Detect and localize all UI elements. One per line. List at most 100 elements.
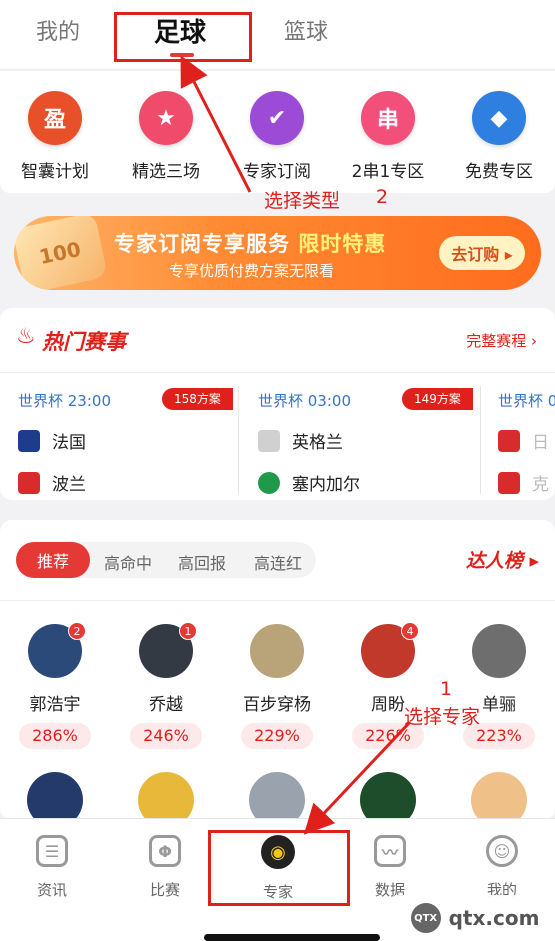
match-icon: Φ — [149, 835, 181, 867]
watermark: QTX qtx.com — [395, 895, 555, 941]
away-team-name: 波兰 — [52, 475, 86, 495]
match-separator — [480, 386, 481, 494]
away-team-name: 塞内加尔 — [292, 475, 360, 495]
filter-high-return[interactable]: 高回报 — [178, 550, 226, 574]
category-label: 免费专区 — [465, 162, 533, 182]
tab-highlight-box — [114, 12, 252, 62]
free-tag-icon: ◆ — [472, 91, 526, 145]
category-row: 盈 智囊计划 ★ 精选三场 ✔ 专家订阅 串 2串1专区 ◆ 免费专区 — [0, 71, 555, 193]
avatar[interactable] — [471, 772, 527, 820]
full-schedule-link[interactable]: 完整赛程 › — [466, 330, 537, 351]
profile-icon: ☺ — [486, 835, 518, 867]
match-card[interactable]: 世界杯 03:00 149方案 英格兰 塞内加尔 — [258, 372, 480, 500]
top-tab-bar: 我的 足球 篮球 — [0, 0, 555, 70]
away-team: 塞内加尔 — [258, 470, 360, 495]
category-label: 2串1专区 — [351, 162, 425, 182]
subscribe-button[interactable]: 去订购 ▸ — [439, 236, 525, 270]
parlay-icon: 串 — [361, 91, 415, 145]
away-team: 克 — [498, 470, 549, 495]
avatar[interactable] — [249, 772, 305, 820]
england-crest-icon — [258, 429, 280, 452]
nav-news[interactable]: ☰ 资讯 — [2, 835, 102, 900]
nav-label: 资讯 — [36, 881, 67, 899]
senegal-crest-icon — [258, 471, 280, 494]
match-league: 世界杯 23:00 — [18, 392, 111, 410]
tab-basketball[interactable]: 篮球 — [284, 14, 328, 46]
category-parlay[interactable]: 串 2串1专区 — [333, 91, 443, 182]
expert-card[interactable]: 百步穿杨 229% — [222, 624, 332, 749]
away-team-name: 克 — [532, 475, 549, 495]
hot-matches-section: ♨ 热门赛事 完整赛程 › 世界杯 23:00 158方案 法国 波兰 世界杯 … — [0, 308, 555, 500]
category-label: 专家订阅 — [243, 162, 311, 182]
avatar: 4 — [361, 622, 419, 678]
experts-section: 推荐 高命中 高回报 高连红 达人榜 ▸ 2 郭浩宇 286% 1 乔越 246… — [0, 520, 555, 820]
home-team: 法国 — [18, 428, 86, 453]
france-crest-icon — [18, 429, 40, 452]
category-zhinang[interactable]: 盈 智囊计划 — [0, 91, 110, 182]
home-team-name: 英格兰 — [292, 433, 343, 453]
tab-mine[interactable]: 我的 — [36, 14, 80, 46]
category-jingxuan[interactable]: ★ 精选三场 — [111, 91, 221, 182]
home-team: 日 — [498, 428, 549, 453]
avatar: 1 — [139, 622, 197, 678]
data-icon: 〰 — [374, 835, 406, 867]
match-league: 世界杯 03:00 — [258, 392, 351, 410]
rank-badge: 1 — [179, 622, 197, 640]
expert-return-rate: 246% — [130, 723, 202, 749]
category-expert-subscribe[interactable]: ✔ 专家订阅 — [222, 91, 332, 182]
ranking-link[interactable]: 达人榜 ▸ — [466, 546, 539, 573]
expert-card[interactable]: 单骊 223% — [444, 624, 554, 749]
zhinang-icon: 盈 — [28, 91, 82, 145]
divider — [0, 600, 555, 601]
hot-matches-title: 热门赛事 — [42, 330, 126, 354]
home-team-name: 日 — [532, 433, 549, 453]
expert-return-rate: 286% — [19, 723, 91, 749]
expert-card[interactable]: 1 乔越 246% — [111, 622, 221, 749]
match-separator — [238, 386, 239, 494]
expert-card[interactable]: 2 郭浩宇 286% — [0, 622, 110, 749]
avatar — [472, 624, 526, 678]
category-label: 精选三场 — [132, 162, 200, 182]
avatar: 2 — [28, 622, 86, 678]
nav-match[interactable]: Φ 比赛 — [115, 835, 215, 900]
category-label: 智囊计划 — [21, 162, 89, 182]
banner-subtitle: 专享优质付费方案无限看 — [169, 262, 335, 280]
annotation-step-2: 2 — [376, 186, 389, 208]
home-team: 英格兰 — [258, 428, 343, 453]
subscription-banner[interactable]: 100 专家订阅专享服务 限时特惠 专享优质付费方案无限看 去订购 ▸ — [14, 216, 541, 290]
banner-title-highlight: 限时特惠 — [298, 232, 387, 256]
avatar[interactable] — [360, 772, 416, 820]
croatia-crest-icon — [498, 471, 520, 494]
annotation-select-expert: 选择专家 — [404, 706, 481, 728]
plan-count-badge: 158方案 — [162, 388, 233, 410]
nav-profile[interactable]: ☺ 我的 — [452, 835, 552, 900]
avatar[interactable] — [138, 772, 194, 820]
news-icon: ☰ — [36, 835, 68, 867]
match-league: 世界杯 0 — [498, 392, 555, 410]
expert-card[interactable]: 4 周盼 226% — [333, 622, 443, 749]
plan-count-badge: 149方案 — [402, 388, 473, 410]
nav-data[interactable]: 〰 数据 — [340, 835, 440, 900]
match-card[interactable]: 世界杯 23:00 158方案 法国 波兰 — [18, 372, 238, 500]
match-card[interactable]: 世界杯 0 日 克 — [498, 372, 555, 500]
nav-label: 比赛 — [149, 881, 180, 899]
avatar[interactable] — [27, 772, 83, 820]
watermark-text: qtx.com — [448, 906, 540, 930]
nav-highlight-box — [208, 830, 350, 906]
category-free[interactable]: ◆ 免费专区 — [444, 91, 554, 182]
home-team-name: 法国 — [52, 433, 86, 453]
expert-name: 百步穿杨 — [243, 695, 311, 715]
expert-name: 乔越 — [149, 695, 183, 715]
filter-recommend[interactable]: 推荐 — [16, 542, 90, 578]
expert-filter-tabs: 推荐 高命中 高回报 高连红 — [16, 542, 316, 578]
coin-stack-icon: 100 — [14, 216, 108, 290]
star-icon: ★ — [139, 91, 193, 145]
expert-return-rate: 229% — [241, 723, 313, 749]
annotation-select-type: 选择类型 — [264, 190, 341, 212]
banner-title: 专家订阅专享服务 限时特惠 — [114, 228, 386, 258]
annotation-step-1: 1 — [440, 678, 453, 700]
filter-high-hit[interactable]: 高命中 — [104, 550, 152, 574]
filter-streak[interactable]: 高连红 — [254, 550, 302, 574]
expert-name: 郭浩宇 — [29, 695, 81, 715]
rank-badge: 4 — [401, 622, 419, 640]
